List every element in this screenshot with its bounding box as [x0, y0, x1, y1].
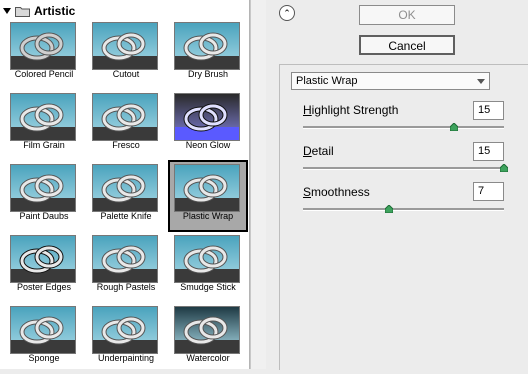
filter-label: Sponge	[28, 353, 60, 363]
filter-preview-image	[174, 22, 240, 70]
filter-preview-image	[92, 235, 158, 283]
detail-slider-handle[interactable]	[499, 163, 509, 173]
filter-label: Underpainting	[97, 353, 155, 363]
filter-label: Cutout	[112, 69, 140, 79]
highlight-strength-track[interactable]	[303, 126, 504, 129]
filter-label: Fresco	[112, 140, 140, 150]
filter-label: Watercolor	[186, 353, 230, 363]
collapse-chevron-icon[interactable]: ⌃	[279, 5, 295, 21]
filter-label: Dry Brush	[187, 69, 228, 79]
filter-preview-image	[92, 306, 158, 354]
filter-preview-image	[10, 164, 76, 212]
filter-thumb-pastel[interactable]: Rough Pastels	[86, 235, 166, 303]
cancel-button[interactable]: Cancel	[359, 35, 455, 55]
filter-thumb-neon[interactable]: Neon Glow	[168, 93, 248, 161]
smoothness-track[interactable]	[303, 208, 504, 211]
filter-thumb-grain[interactable]: Film Grain	[4, 93, 84, 161]
filter-thumb-drybrush[interactable]: Dry Brush	[168, 22, 248, 90]
filter-gallery: Artistic Colored Pencil Cutout Dry Brush Fi…	[0, 0, 250, 369]
category-header[interactable]: Artistic	[3, 2, 75, 20]
filter-preview-image	[10, 235, 76, 283]
filter-thumb-daubs[interactable]: Paint Daubs	[4, 164, 84, 232]
detail-label: Detail	[303, 144, 334, 158]
filter-preview-image	[10, 93, 76, 141]
filter-label: Film Grain	[23, 140, 65, 150]
smoothness-slider-handle[interactable]	[384, 204, 394, 214]
filter-thumb-plastic[interactable]: Plastic Wrap	[168, 160, 248, 232]
filter-preview-image	[174, 306, 240, 354]
filter-preview-image	[92, 22, 158, 70]
filter-label: Poster Edges	[16, 282, 72, 292]
filter-thumb-smudge[interactable]: Smudge Stick	[168, 235, 248, 303]
filter-label: Paint Daubs	[19, 211, 69, 221]
filter-thumb-knife[interactable]: Palette Knife	[86, 164, 166, 232]
detail-input[interactable]: 15	[473, 142, 504, 161]
category-title: Artistic	[34, 4, 76, 18]
filter-preview-image	[10, 306, 76, 354]
filter-select[interactable]: Plastic Wrap	[291, 72, 490, 90]
highlight-strength-input[interactable]: 15	[473, 101, 504, 120]
filter-preview-image	[10, 22, 76, 70]
filter-thumb-sponge[interactable]: Sponge	[4, 306, 84, 374]
filter-label: Palette Knife	[100, 211, 152, 221]
filter-label: Plastic Wrap	[182, 211, 234, 221]
filter-thumb-water[interactable]: Watercolor	[168, 306, 248, 374]
filter-thumb-poster[interactable]: Poster Edges	[4, 235, 84, 303]
chevron-down-icon	[477, 79, 485, 84]
filter-label: Neon Glow	[185, 140, 231, 150]
filter-select-value: Plastic Wrap	[296, 75, 358, 87]
filter-label: Colored Pencil	[14, 69, 74, 79]
highlight-strength-label: Highlight Strength	[303, 103, 399, 117]
filter-thumb-under[interactable]: Underpainting	[86, 306, 166, 374]
filter-preview-image	[92, 164, 158, 212]
filter-label: Smudge Stick	[180, 282, 236, 292]
ok-button[interactable]: OK	[359, 5, 455, 25]
filter-preview-image	[174, 235, 240, 283]
filter-preview-image	[92, 93, 158, 141]
highlight-strength-slider-handle[interactable]	[449, 122, 459, 132]
filter-thumb-cutout[interactable]: Cutout	[86, 22, 166, 90]
filter-preview-image	[174, 93, 240, 141]
filter-label: Rough Pastels	[96, 282, 156, 292]
detail-track[interactable]	[303, 167, 504, 170]
filter-preview-image	[174, 164, 240, 212]
folder-icon	[15, 6, 30, 17]
smoothness-label: Smoothness	[303, 185, 370, 199]
filter-thumb-pencil[interactable]: Colored Pencil	[4, 22, 84, 90]
expand-triangle-icon[interactable]	[3, 8, 11, 14]
gallery-scrollbar[interactable]	[250, 0, 266, 369]
smoothness-input[interactable]: 7	[473, 182, 504, 201]
filter-thumb-fresco[interactable]: Fresco	[86, 93, 166, 161]
